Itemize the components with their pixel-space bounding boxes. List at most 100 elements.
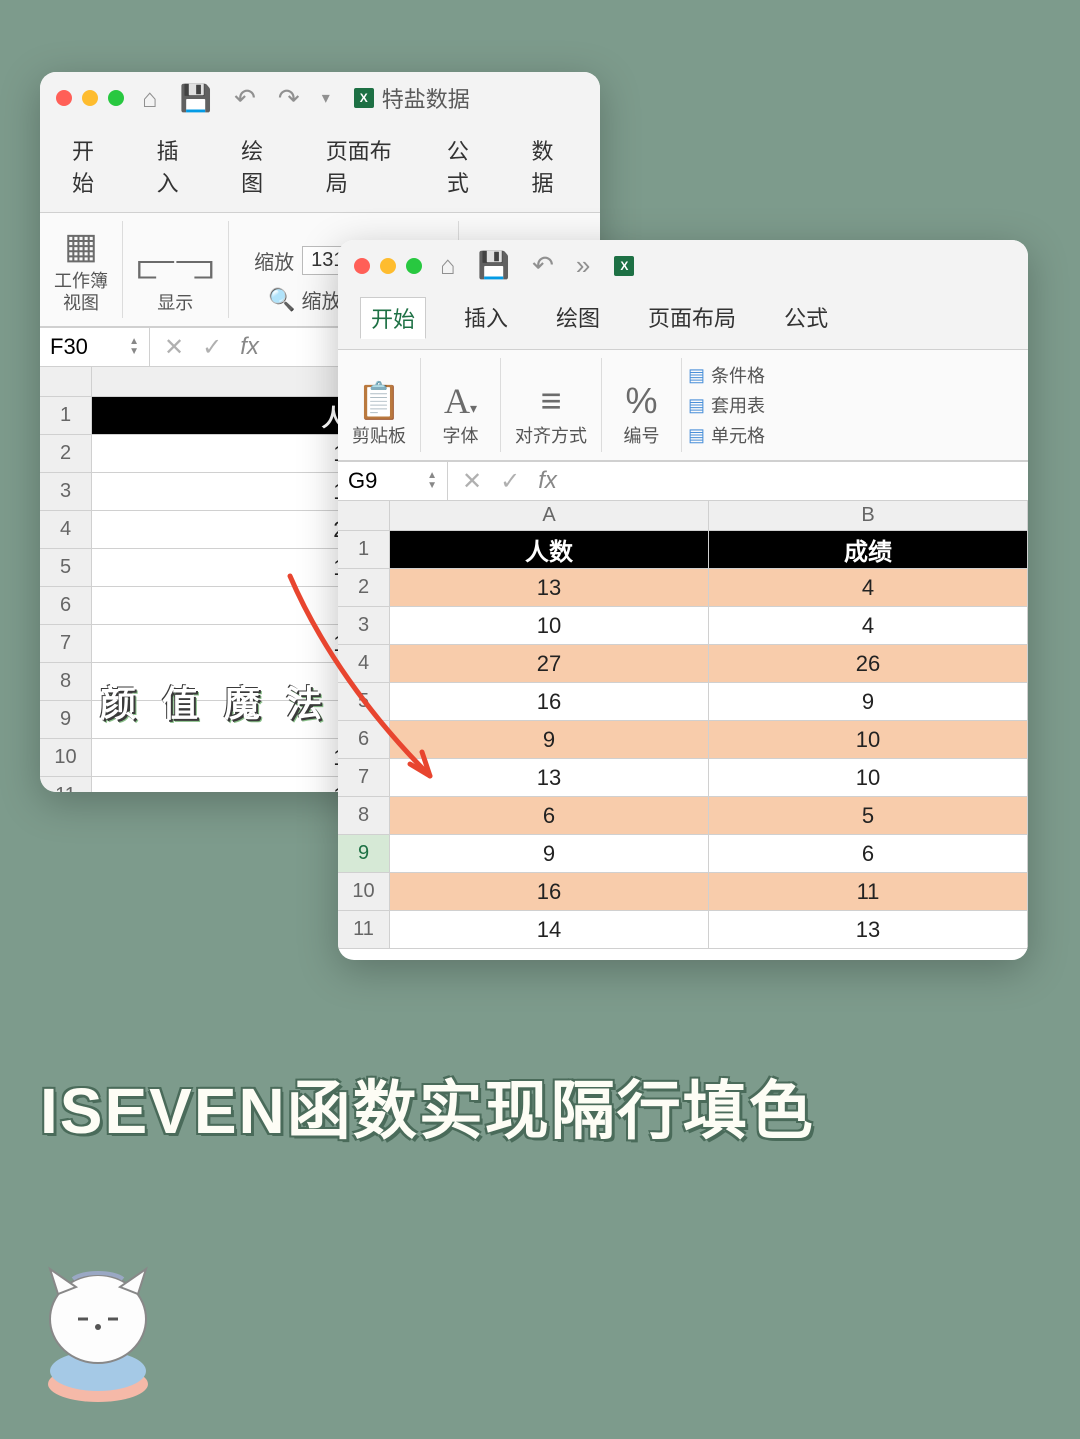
maximize-icon[interactable] bbox=[406, 258, 422, 274]
cell[interactable]: 16 bbox=[390, 683, 709, 721]
row-header[interactable]: 9 bbox=[40, 701, 92, 739]
row-header[interactable]: 5 bbox=[40, 549, 92, 587]
cell[interactable]: 13 bbox=[390, 569, 709, 607]
document-title: X bbox=[614, 256, 634, 276]
number-group[interactable]: % 编号 bbox=[602, 358, 682, 452]
minimize-icon[interactable] bbox=[82, 90, 98, 106]
undo-icon[interactable]: ↶ bbox=[532, 250, 554, 281]
titlebar: ⌂ 💾 ↶ » X bbox=[338, 240, 1028, 287]
menu-tab[interactable]: 插入 bbox=[147, 130, 204, 202]
menu-tab[interactable]: 开始 bbox=[360, 297, 426, 339]
workbook-view-group[interactable]: ▦ 工作簿 视图 bbox=[40, 221, 123, 318]
minimize-icon[interactable] bbox=[380, 258, 396, 274]
confirm-icon[interactable]: ✓ bbox=[202, 333, 222, 362]
style-option[interactable]: ▤单元格 bbox=[688, 422, 765, 448]
display-group[interactable]: ⫍⫎ 显示 bbox=[123, 221, 229, 318]
column-header[interactable]: B bbox=[709, 501, 1028, 531]
cell[interactable]: 13 bbox=[709, 911, 1028, 949]
table-header-cell[interactable]: 成绩 bbox=[709, 531, 1028, 569]
menu-tab[interactable]: 插入 bbox=[454, 297, 518, 339]
row-header[interactable]: 6 bbox=[338, 721, 390, 759]
cell[interactable]: 9 bbox=[709, 683, 1028, 721]
cell[interactable]: 9 bbox=[390, 721, 709, 759]
save-icon[interactable]: 💾 bbox=[478, 250, 510, 281]
row-header[interactable]: 4 bbox=[40, 511, 92, 549]
select-all-corner[interactable] bbox=[40, 367, 92, 397]
row-header[interactable]: 11 bbox=[338, 911, 390, 949]
redo-icon[interactable]: ↷ bbox=[278, 83, 300, 114]
excel-app-icon: X bbox=[614, 256, 634, 276]
group-label: 对齐方式 bbox=[515, 426, 587, 448]
excel-app-icon: X bbox=[354, 88, 374, 108]
select-all-corner[interactable] bbox=[338, 501, 390, 531]
alignment-group[interactable]: ≡ 对齐方式 bbox=[501, 358, 602, 452]
row-header[interactable]: 4 bbox=[338, 645, 390, 683]
name-box[interactable]: F30 ▲▼ bbox=[40, 328, 150, 366]
close-icon[interactable] bbox=[56, 90, 72, 106]
confirm-icon[interactable]: ✓ bbox=[500, 467, 520, 496]
home-icon[interactable]: ⌂ bbox=[440, 250, 456, 281]
menu-tab[interactable]: 公式 bbox=[774, 297, 838, 339]
spinner-icon[interactable]: ▲▼ bbox=[129, 337, 139, 357]
table-header-cell[interactable]: 人数 bbox=[390, 531, 709, 569]
cancel-icon[interactable]: ✕ bbox=[462, 467, 482, 496]
row-header[interactable]: 7 bbox=[40, 625, 92, 663]
cell[interactable]: 5 bbox=[709, 797, 1028, 835]
style-option[interactable]: ▤套用表 bbox=[688, 392, 765, 418]
fx-icon[interactable]: fx bbox=[240, 333, 259, 361]
undo-icon[interactable]: ↶ bbox=[234, 83, 256, 114]
cell[interactable]: 10 bbox=[709, 721, 1028, 759]
cell[interactable]: 13 bbox=[390, 759, 709, 797]
column-header[interactable]: A bbox=[390, 501, 709, 531]
row-header[interactable]: 2 bbox=[338, 569, 390, 607]
menu-tab[interactable]: 数据 bbox=[521, 130, 578, 202]
cancel-icon[interactable]: ✕ bbox=[164, 333, 184, 362]
row-header[interactable]: 1 bbox=[338, 531, 390, 569]
cell[interactable]: 11 bbox=[709, 873, 1028, 911]
menu-tab[interactable]: 页面布局 bbox=[638, 297, 746, 339]
cell[interactable]: 10 bbox=[709, 759, 1028, 797]
menu-tab[interactable]: 公式 bbox=[437, 130, 494, 202]
font-group[interactable]: A▾ 字体 bbox=[421, 358, 501, 452]
cell[interactable]: 14 bbox=[390, 911, 709, 949]
cell[interactable]: 27 bbox=[390, 645, 709, 683]
row-header[interactable]: 6 bbox=[40, 587, 92, 625]
row-header[interactable]: 8 bbox=[338, 797, 390, 835]
overflow-icon[interactable]: ▾ bbox=[322, 88, 330, 108]
name-box[interactable]: G9 ▲▼ bbox=[338, 462, 448, 500]
spinner-icon[interactable]: ▲▼ bbox=[427, 471, 437, 491]
row-header[interactable]: 3 bbox=[40, 473, 92, 511]
home-icon[interactable]: ⌂ bbox=[142, 83, 158, 114]
row-header[interactable]: 10 bbox=[338, 873, 390, 911]
menu-tab[interactable]: 绘图 bbox=[546, 297, 610, 339]
row-header[interactable]: 1 bbox=[40, 397, 92, 435]
row-header[interactable]: 8 bbox=[40, 663, 92, 701]
percent-icon: % bbox=[625, 380, 657, 422]
cell[interactable]: 16 bbox=[390, 873, 709, 911]
row-header[interactable]: 9 bbox=[338, 835, 390, 873]
clipboard-group[interactable]: 📋 剪贴板 bbox=[338, 358, 421, 452]
cell[interactable]: 10 bbox=[390, 607, 709, 645]
row-header[interactable]: 3 bbox=[338, 607, 390, 645]
cell[interactable]: 6 bbox=[709, 835, 1028, 873]
row-header[interactable]: 2 bbox=[40, 435, 92, 473]
row-header[interactable]: 7 bbox=[338, 759, 390, 797]
more-icon[interactable]: » bbox=[576, 250, 590, 281]
cell[interactable]: 4 bbox=[709, 569, 1028, 607]
style-option[interactable]: ▤条件格 bbox=[688, 362, 765, 388]
cell[interactable]: 6 bbox=[390, 797, 709, 835]
menu-tab[interactable]: 绘图 bbox=[231, 130, 288, 202]
fx-icon[interactable]: fx bbox=[538, 467, 557, 495]
close-icon[interactable] bbox=[354, 258, 370, 274]
row-header[interactable]: 10 bbox=[40, 739, 92, 777]
maximize-icon[interactable] bbox=[108, 90, 124, 106]
cell[interactable]: 4 bbox=[709, 607, 1028, 645]
menu-tab[interactable]: 开始 bbox=[62, 130, 119, 202]
cell[interactable]: 9 bbox=[390, 835, 709, 873]
row-header[interactable]: 5 bbox=[338, 683, 390, 721]
group-label: 显示 bbox=[157, 293, 193, 315]
save-icon[interactable]: 💾 bbox=[180, 83, 212, 114]
menu-tab[interactable]: 页面布局 bbox=[316, 130, 409, 202]
row-header[interactable]: 11 bbox=[40, 777, 92, 792]
cell[interactable]: 26 bbox=[709, 645, 1028, 683]
